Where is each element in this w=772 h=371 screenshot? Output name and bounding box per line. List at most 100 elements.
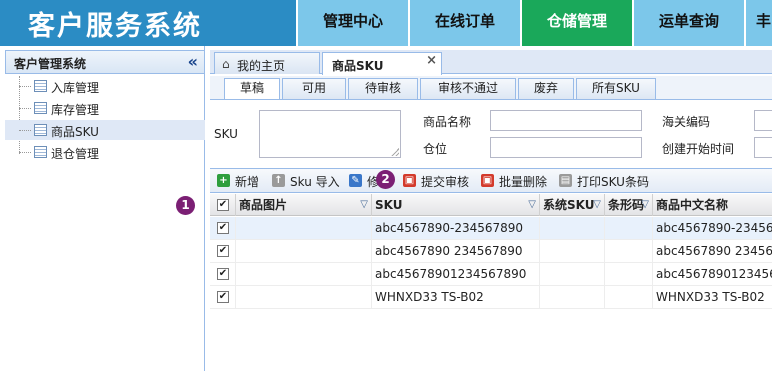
resize-grip-icon[interactable] [391,148,399,156]
sku-textarea[interactable] [259,110,401,158]
top-tab-more[interactable]: 丰 [744,0,772,46]
table-row[interactable]: ✔ abc4567890-234567890 abc4567890-234567… [210,217,772,240]
table-row[interactable]: ✔ abc4567890 234567890 abc4567890 234567… [210,240,772,263]
close-icon[interactable]: × [426,53,437,68]
status-tab-rejected[interactable]: 审核不通过 [420,78,516,99]
status-tab-available[interactable]: 可用 [282,78,346,99]
tab-home[interactable]: ⌂ 我的主页 [214,52,320,74]
system-sku-cell [540,240,605,263]
sidebar: 客户管理系统 « 入库管理 库存管理 商品SKU 退仓管理 [0,46,205,371]
import-icon: ↑ [272,174,285,187]
customs-code-input[interactable] [754,110,772,131]
sidebar-item-returns[interactable]: 退仓管理 [5,142,205,162]
column-header-system-sku[interactable]: 系统SKU ▽ [540,194,605,216]
sidebar-item-label: 入库管理 [51,81,100,95]
home-icon: ⌂ [222,57,230,71]
sidebar-title: 客户管理系统 [14,57,87,71]
sidebar-header: 客户管理系统 « [5,50,205,74]
tab-label: 我的主页 [237,59,286,73]
sidebar-item-product-sku[interactable]: 商品SKU [5,120,205,140]
created-start-label: 创建开始时间 [662,142,735,156]
barcode-cell [605,263,653,286]
column-header-product-name[interactable]: 商品中文名称 [653,194,772,216]
app-header: 客户服务系统 管理中心 在线订单 仓储管理 运单查询 丰 [0,0,772,46]
table-icon [34,80,47,92]
status-tab-pending[interactable]: 待审核 [348,78,418,99]
location-label: 仓位 [423,142,448,156]
sku-cell: WHNXD33 TS-B02 [372,286,540,309]
product-name-cell: abc4567890-2345678 [656,221,772,235]
sidebar-item-inventory[interactable]: 库存管理 [5,98,205,118]
main-panel: ⌂ 我的主页 商品SKU × 草稿 可用 待审核 审核不通过 废弃 所有SKU … [210,46,772,371]
print-barcode-button[interactable]: ▤ 打印SKU条码 [559,173,659,190]
table-row[interactable]: ✔ WHNXD33 TS-B02 WHNXD33 TS-B02 [210,286,772,309]
sort-icon[interactable]: ▽ [528,194,536,216]
table-icon [34,146,47,158]
search-form: SKU 商品名称 仓位 海关编码 创建开始时间 [210,101,772,161]
add-icon: + [217,174,230,187]
table-row[interactable]: ✔ abc45678901234567890 abc45678901234567 [210,263,772,286]
product-name-cell: abc45678901234567 [656,267,772,281]
select-all-cell: ✔ [210,194,236,216]
top-tab-warehouse[interactable]: 仓储管理 [520,0,632,46]
status-tabbar: 草稿 可用 待审核 审核不通过 废弃 所有SKU [210,76,772,100]
system-sku-cell [540,286,605,309]
sidebar-item-label: 商品SKU [51,125,99,139]
status-tab-discarded[interactable]: 废弃 [518,78,574,99]
system-sku-cell [540,263,605,286]
add-button[interactable]: + 新增 [217,173,265,190]
status-tab-all[interactable]: 所有SKU [576,78,656,99]
sku-cell: abc4567890-234567890 [372,217,540,240]
grid-header: ✔ 商品图片 ▽ SKU ▽ 系统SKU ▽ 条形码 ▽ 商品中文名称 [210,194,772,216]
image-cell [236,263,372,286]
import-button[interactable]: ↑ Sku 导入 [272,173,344,190]
top-tab-waybill-query[interactable]: 运单查询 [632,0,744,46]
sort-icon[interactable]: ▽ [593,194,601,216]
print-icon: ▤ [559,174,572,187]
sidebar-item-label: 库存管理 [51,103,100,117]
barcode-cell [605,217,653,240]
callout-badge-2: 2 [376,170,395,189]
row-checkbox[interactable]: ✔ [217,245,229,257]
column-header-sku[interactable]: SKU ▽ [372,194,540,216]
product-name-cell: WHNXD33 TS-B02 [656,290,765,304]
column-header-image[interactable]: 商品图片 ▽ [236,194,372,216]
sidebar-item-inbound[interactable]: 入库管理 [5,76,205,96]
product-name-label: 商品名称 [423,115,472,129]
sku-cell: abc45678901234567890 [372,263,540,286]
column-header-barcode[interactable]: 条形码 ▽ [605,194,653,216]
customs-code-label: 海关编码 [662,115,711,129]
top-tab-management[interactable]: 管理中心 [296,0,408,46]
row-checkbox[interactable]: ✔ [217,268,229,280]
submit-review-button[interactable]: ▣ 提交审核 [403,173,475,190]
edit-icon: ✎ [349,174,362,187]
status-tab-draft[interactable]: 草稿 [224,78,280,99]
sort-icon[interactable]: ▽ [360,194,368,216]
product-name-cell: abc4567890 2345678 [656,244,772,258]
image-cell [236,217,372,240]
sku-cell: abc4567890 234567890 [372,240,540,263]
tab-label: 商品SKU [332,59,384,73]
image-cell [236,240,372,263]
row-checkbox[interactable]: ✔ [217,291,229,303]
delete-icon: ▣ [481,174,494,187]
image-cell [236,286,372,309]
batch-delete-button[interactable]: ▣ 批量删除 [481,173,553,190]
sku-label: SKU [214,127,238,141]
sort-icon[interactable]: ▽ [641,194,649,216]
top-tab-online-orders[interactable]: 在线订单 [408,0,520,46]
table-icon [34,102,47,114]
location-input[interactable] [490,137,642,158]
product-name-input[interactable] [490,110,642,131]
page-tabbar: ⌂ 我的主页 商品SKU × [210,50,772,75]
tab-product-sku[interactable]: 商品SKU × [322,52,442,75]
collapse-icon[interactable]: « [188,52,198,71]
row-checkbox[interactable]: ✔ [217,222,229,234]
toolbar: + 新增 ↑ Sku 导入 ✎ 修 ▣ 提交审核 ▣ 批量删除 ▤ 打印SKU条… [210,168,772,193]
sidebar-item-label: 退仓管理 [51,147,100,161]
select-all-checkbox[interactable]: ✔ [217,199,229,211]
created-start-input[interactable] [754,137,772,158]
system-sku-cell [540,217,605,240]
table-icon [34,124,47,136]
submit-icon: ▣ [403,174,416,187]
